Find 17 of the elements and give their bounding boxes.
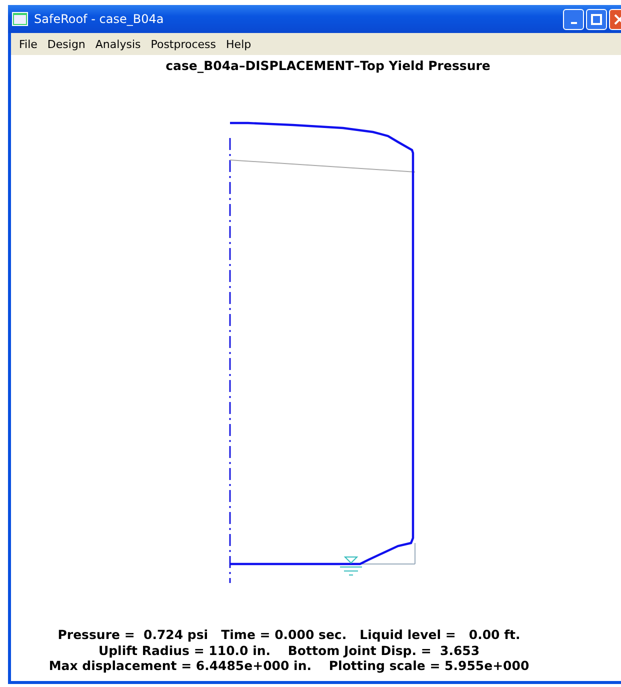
menu-item[interactable]: Postprocess — [146, 38, 222, 50]
plot-title: case_B04a–DISPLACEMENT–Top Yield Pressure — [164, 58, 492, 73]
maximize-icon — [591, 14, 602, 24]
menu-item[interactable]: Help — [221, 38, 256, 50]
minimize-icon — [570, 22, 576, 24]
water-level-icon — [340, 556, 362, 576]
maximize-button[interactable] — [586, 8, 607, 30]
info-text: Max displacement = 6.4485e+000 in. Plotting scale = 5.955e+000 — [48, 658, 530, 674]
reference-line — [360, 542, 416, 564]
menu-item[interactable]: Analysis — [90, 38, 146, 50]
minimize-button[interactable] — [563, 8, 584, 30]
window-title: SafeRoof - case_B04a — [34, 12, 165, 26]
app-icon — [12, 12, 28, 26]
menu-item[interactable]: File — [14, 38, 42, 50]
info-text: Uplift Radius = 110.0 in. Bottom Joint Disp. = 3.653 — [98, 642, 480, 658]
info-text: Pressure = 0.724 psi Time = 0.000 sec. Liquid level = 0.00 ft. — [58, 627, 520, 642]
menu-item[interactable]: Design — [42, 38, 90, 50]
